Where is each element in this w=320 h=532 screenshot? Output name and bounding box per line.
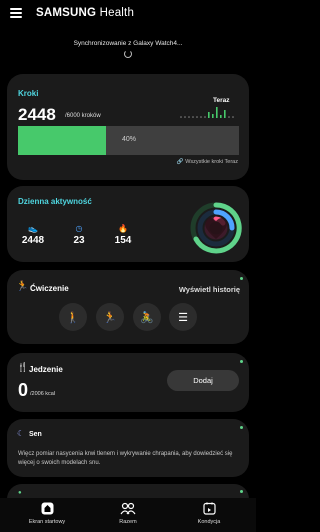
- hourly-steps-mini-graph: [180, 107, 234, 118]
- exercise-title: Ćwiczenie: [30, 284, 69, 293]
- bottom-navigation: Ekran startowy Razem Kondycja: [0, 498, 256, 532]
- steps-progress-bar: 40%: [18, 126, 239, 155]
- steps-progress-fill: [18, 126, 107, 155]
- running-button[interactable]: 🏃: [96, 303, 124, 331]
- sync-spinner-icon: [124, 50, 132, 58]
- activity-time-value: 23: [73, 235, 85, 246]
- exercise-list-button[interactable]: ☰: [169, 303, 197, 331]
- new-indicator-dot: [240, 277, 243, 280]
- new-indicator-dot: [240, 426, 243, 429]
- all-steps-label: Wszystkie kroki Teraz: [185, 159, 238, 165]
- cycling-button[interactable]: 🚴: [133, 303, 161, 331]
- activity-steps-value: 2448: [21, 235, 45, 246]
- walking-button[interactable]: 🚶: [59, 303, 87, 331]
- activity-steps: 👟 2448: [13, 224, 53, 246]
- link-icon: 🔗: [176, 159, 184, 165]
- cycling-icon: 🚴: [140, 311, 154, 324]
- brand-samsung: SAMSUNG: [36, 7, 97, 19]
- card-icon: ●: [18, 490, 22, 496]
- steps-card[interactable]: Kroki 2448 /6000 kroków Teraz 40% 🔗 Wszy…: [7, 74, 249, 180]
- activity-time: ◷ 23: [59, 224, 99, 246]
- steps-icon: 👟: [28, 224, 38, 233]
- now-label: Teraz: [213, 97, 230, 104]
- nav-home-label: Ekran startowy: [28, 519, 66, 525]
- nav-together-label: Razem: [119, 519, 137, 525]
- together-icon: [93, 502, 163, 516]
- app-header: SAMSUNG Health: [0, 0, 256, 28]
- sync-status-text: Synchronizowanie z Galaxy Watch4...: [73, 40, 183, 47]
- hamburger-menu-icon[interactable]: [10, 8, 22, 18]
- fork-knife-icon: 🍴: [17, 362, 29, 372]
- sleep-card[interactable]: ☾ Sen Więcz pomiar nasycenia krwi tlenem…: [7, 419, 249, 477]
- activity-calories: 🔥 154: [103, 224, 143, 246]
- exercise-icon: 🏃: [16, 281, 29, 292]
- steps-progress-percent: 40%: [122, 136, 137, 143]
- moon-icon: ☾: [17, 429, 25, 438]
- brand-health: Health: [99, 7, 135, 19]
- sleep-title: Sen: [29, 431, 42, 438]
- food-calories-value: 0: [18, 380, 29, 400]
- sleep-info-text: Więcz pomiar nasycenia krwi tlenem i wyk…: [18, 451, 233, 466]
- active-time-icon: ◷: [75, 224, 83, 233]
- add-food-button[interactable]: Dodaj: [167, 370, 239, 391]
- nav-fitness[interactable]: Kondycja: [174, 502, 244, 525]
- home-icon: [12, 502, 82, 516]
- steps-goal: /6000 kroków: [65, 113, 101, 119]
- walking-icon: 🚶: [66, 311, 80, 324]
- app-brand: SAMSUNG Health: [36, 7, 134, 19]
- fitness-icon: [174, 502, 244, 516]
- food-title: Jedzenie: [29, 365, 63, 374]
- running-icon: 🏃: [103, 311, 117, 324]
- activity-title: Dzienna aktywność: [18, 197, 92, 206]
- steps-count: 2448: [18, 105, 56, 124]
- all-steps-link[interactable]: 🔗 Wszystkie kroki Teraz: [177, 159, 238, 165]
- show-history-link[interactable]: Wyświetl historię: [179, 285, 240, 294]
- nav-home[interactable]: Ekran startowy: [12, 502, 82, 525]
- calories-icon: 🔥: [118, 224, 128, 233]
- exercise-card[interactable]: 🏃 Ćwiczenie Wyświetl historię 🚶 🏃 🚴 ☰: [7, 270, 249, 344]
- food-calories-goal: /2006 kcal: [30, 391, 56, 397]
- nav-fitness-label: Kondycja: [197, 519, 221, 525]
- nav-together[interactable]: Razem: [93, 502, 163, 525]
- new-indicator-dot: [240, 360, 243, 363]
- list-icon: ☰: [178, 311, 188, 324]
- activity-rings-icon: [190, 202, 242, 254]
- daily-activity-card[interactable]: Dzienna aktywność 👟 2448 ◷ 23 🔥 154: [7, 186, 249, 262]
- food-card[interactable]: 🍴 Jedzenie 0 /2006 kcal Dodaj: [7, 353, 249, 412]
- steps-title: Kroki: [18, 89, 39, 98]
- new-indicator-dot: [240, 490, 243, 493]
- activity-calories-value: 154: [114, 235, 132, 246]
